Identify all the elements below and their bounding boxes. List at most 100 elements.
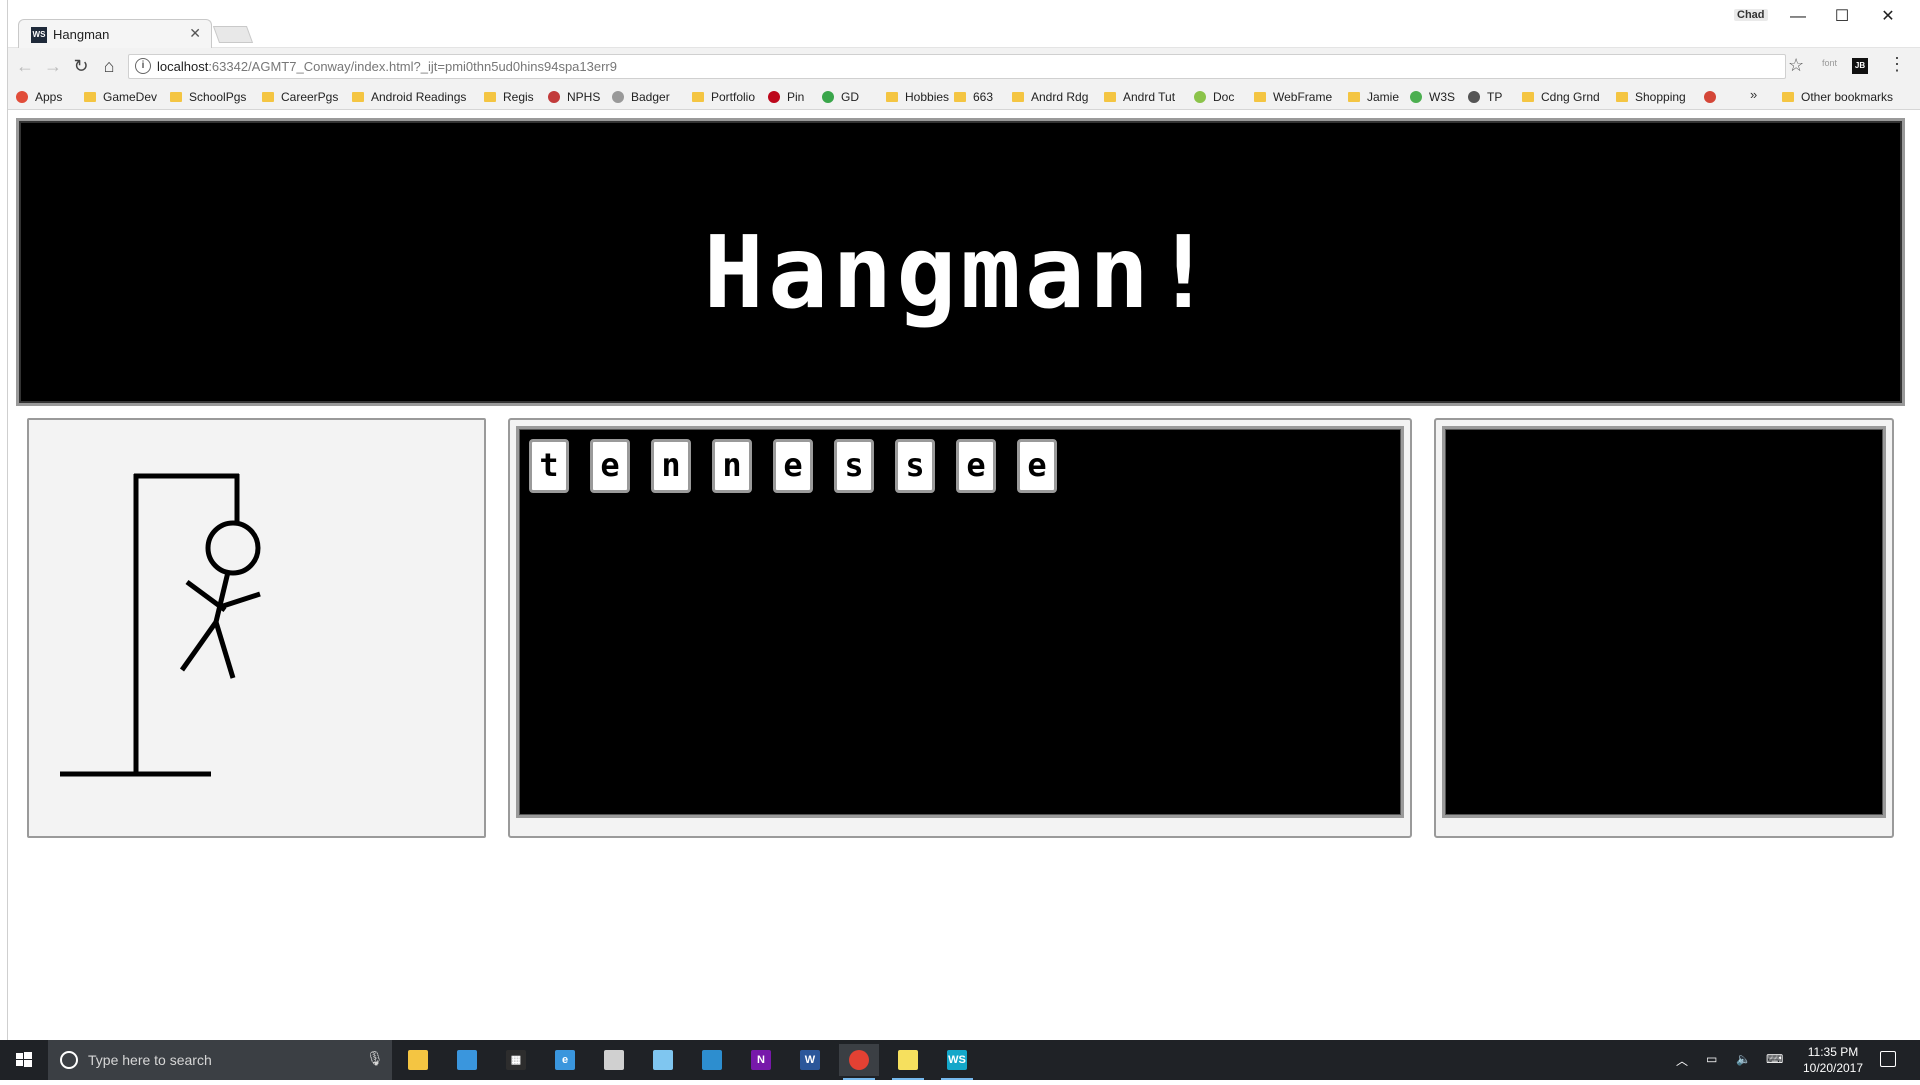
taskbar-calculator[interactable]: ▦ (496, 1044, 536, 1076)
taskbar-webstorm[interactable]: WS (937, 1044, 977, 1080)
bookmark-gd[interactable]: GD (822, 89, 859, 105)
folder-icon (262, 92, 274, 102)
bookmark-label: Pin (787, 90, 805, 104)
tray-chevron-icon[interactable]: ︿ (1676, 1052, 1688, 1069)
system-clock[interactable]: 11:35 PM 10/20/2017 (1798, 1044, 1868, 1076)
taskbar-edge[interactable]: e (545, 1044, 585, 1076)
bookmark-badger[interactable]: Badger (612, 89, 670, 105)
w3s-icon (1410, 91, 1422, 103)
bookmark-cdng-grnd[interactable]: Cdng Grnd (1522, 89, 1600, 105)
jetbrains-extension-icon[interactable]: JB (1852, 58, 1868, 74)
bookmark-gmail[interactable] (1704, 89, 1723, 105)
game-title: Hangman! (703, 214, 1218, 331)
bookmarks-overflow-icon[interactable]: » (1750, 87, 1757, 102)
info-icon[interactable]: i (135, 58, 151, 74)
profile-badge[interactable]: Chad (1734, 9, 1768, 21)
browser-menu-icon[interactable]: ⋮ (1888, 54, 1906, 75)
windows-logo-icon (16, 1052, 32, 1067)
bookmark-careerpgs[interactable]: CareerPgs (262, 89, 338, 105)
taskbar-visual-studio[interactable] (692, 1044, 732, 1076)
visual-studio-icon (702, 1050, 722, 1070)
bookmark-star-icon[interactable]: ☆ (1788, 55, 1804, 76)
bookmark-label: NPHS (567, 90, 601, 104)
paint-icon (653, 1050, 673, 1070)
folder-icon (1012, 92, 1024, 102)
bookmark-label: W3S (1429, 90, 1456, 104)
sticky-notes-icon (898, 1050, 918, 1070)
bookmark-663[interactable]: 663 (954, 89, 993, 105)
minimize-icon[interactable]: — (1776, 6, 1820, 28)
taskbar-onenote[interactable]: N (741, 1044, 781, 1076)
bookmark-pin[interactable]: Pin (768, 89, 804, 105)
nphs-icon (548, 91, 560, 103)
bookmark-jamie[interactable]: Jamie (1348, 89, 1399, 105)
bookmark-portfolio[interactable]: Portfolio (692, 89, 755, 105)
letter-tile: s (834, 439, 874, 493)
font-extension-icon[interactable]: font (1822, 58, 1837, 68)
bookmark-w3s[interactable]: W3S (1410, 89, 1455, 105)
bookmark-nphs[interactable]: NPHS (548, 89, 600, 105)
bookmark-andrd-tut[interactable]: Andrd Tut (1104, 89, 1175, 105)
bookmark-label: Portfolio (711, 90, 756, 104)
bookmark-apps[interactable]: Apps (16, 89, 62, 105)
letter-tile: e (773, 439, 813, 493)
address-bar[interactable]: i localhost:63342/AGMT7_Conway/index.htm… (128, 54, 1786, 79)
folder-icon (1616, 92, 1628, 102)
forward-icon[interactable]: → (42, 55, 64, 77)
bookmark-label: Doc (1213, 90, 1235, 104)
bookmarks-bar: Apps GameDev SchoolPgs CareerPgs Android Rea… (0, 84, 1920, 110)
guesses-display (1442, 426, 1886, 818)
android-icon (1194, 91, 1206, 103)
microphone-icon[interactable]: 🎙 (366, 1050, 384, 1067)
taskbar-file-explorer[interactable] (398, 1044, 438, 1076)
bookmark-tp[interactable]: TP (1468, 89, 1502, 105)
bookmark-label: Andrd Tut (1123, 90, 1176, 104)
bookmark-doc[interactable]: Doc (1194, 89, 1234, 105)
volume-icon[interactable]: 🔈 (1736, 1052, 1751, 1066)
bookmark-label: GameDev (103, 90, 158, 104)
search-placeholder: Type here to search (88, 1052, 212, 1068)
taskbar-printer[interactable] (594, 1044, 634, 1076)
back-icon[interactable]: ← (14, 55, 36, 77)
bookmark-android-readings[interactable]: Android Readings (352, 89, 466, 105)
bookmark-regis[interactable]: Regis (484, 89, 534, 105)
bookmark-shopping[interactable]: Shopping (1616, 89, 1686, 105)
bookmark-label: Android Readings (371, 90, 467, 104)
word-icon: W (800, 1050, 820, 1070)
taskbar-mail[interactable] (447, 1044, 487, 1076)
bookmark-label: Jamie (1367, 90, 1400, 104)
guesses-panel (1434, 418, 1894, 838)
hangman-head (205, 520, 261, 576)
home-icon[interactable]: ⌂ (98, 55, 120, 77)
bookmark-label: Apps (35, 90, 63, 104)
bookmark-webframe[interactable]: WebFrame (1254, 89, 1332, 105)
bookmark-schoolpgs[interactable]: SchoolPgs (170, 89, 246, 105)
network-icon[interactable]: ▭ (1706, 1052, 1717, 1066)
taskbar-chrome[interactable] (839, 1044, 879, 1080)
new-tab-button[interactable] (212, 26, 254, 43)
clock-date: 10/20/2017 (1802, 1061, 1864, 1075)
maximize-icon[interactable]: ☐ (1820, 6, 1864, 28)
reload-icon[interactable]: ↻ (70, 55, 92, 77)
bookmark-label: Andrd Rdg (1031, 90, 1089, 104)
tab-close-icon[interactable]: ✕ (189, 25, 201, 42)
taskbar-word[interactable]: W (790, 1044, 830, 1076)
bookmark-other-bookmarks[interactable]: Other bookmarks (1782, 89, 1893, 105)
webstorm-favicon-icon: WS (31, 27, 47, 43)
keyboard-icon[interactable]: ⌨ (1766, 1052, 1783, 1066)
bookmark-label: SchoolPgs (189, 90, 247, 104)
taskbar-search[interactable]: Type here to search 🎙 (48, 1040, 392, 1080)
notifications-icon[interactable] (1880, 1051, 1896, 1067)
tab-hangman[interactable]: WS Hangman ✕ (18, 19, 212, 49)
edge-icon: e (555, 1050, 575, 1070)
letter-tile: n (712, 439, 752, 493)
taskbar-sticky-notes[interactable] (888, 1044, 928, 1080)
taskbar-paint[interactable] (643, 1044, 683, 1076)
bookmark-andrd-rdg[interactable]: Andrd Rdg (1012, 89, 1088, 105)
start-button[interactable] (0, 1040, 48, 1080)
bookmark-hobbies[interactable]: Hobbies (886, 89, 949, 105)
folder-icon (1782, 92, 1794, 102)
folder-icon (1522, 92, 1534, 102)
bookmark-gamedev[interactable]: GameDev (84, 89, 157, 105)
close-window-icon[interactable]: ✕ (1866, 6, 1910, 28)
